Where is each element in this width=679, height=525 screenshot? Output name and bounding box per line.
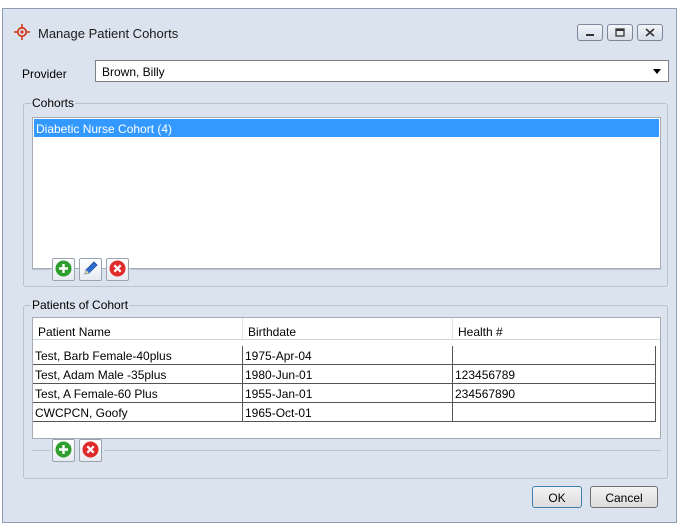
dropdown-arrow-icon xyxy=(653,69,661,74)
health-number-cell: 123456789 xyxy=(453,365,656,384)
divider xyxy=(32,450,50,451)
birthdate-cell: 1955-Jan-01 xyxy=(243,384,453,403)
minimize-button[interactable] xyxy=(577,24,603,41)
ok-button[interactable]: OK xyxy=(532,486,582,508)
table-row[interactable]: CWCPCN, Goofy 1965-Oct-01 xyxy=(33,403,656,422)
maximize-button[interactable] xyxy=(607,24,633,41)
column-header-health-number[interactable]: Health # xyxy=(453,318,660,340)
health-number-cell xyxy=(453,403,656,422)
patients-table[interactable]: Patient Name Birthdate Health # Test, Ba… xyxy=(32,317,661,439)
delete-icon xyxy=(109,260,126,280)
remove-patient-button[interactable] xyxy=(79,439,102,462)
dialog-body: Provider Brown, Billy Cohorts Diabetic N… xyxy=(13,53,669,515)
patients-group-title: Patients of Cohort xyxy=(31,298,130,312)
health-number-cell: 234567890 xyxy=(453,384,656,403)
birthdate-cell: 1980-Jun-01 xyxy=(243,365,453,384)
edit-icon xyxy=(82,260,99,280)
birthdate-cell: 1965-Oct-01 xyxy=(243,403,453,422)
cohort-list-item[interactable]: Diabetic Nurse Cohort (4) xyxy=(34,119,659,137)
birthdate-cell: 1975-Apr-04 xyxy=(243,346,453,365)
cohorts-group-title: Cohorts xyxy=(31,96,76,110)
close-icon xyxy=(645,28,655,37)
add-icon xyxy=(55,441,72,461)
divider xyxy=(32,269,50,270)
app-target-icon xyxy=(14,24,30,40)
provider-label: Provider xyxy=(22,67,67,81)
minimize-icon xyxy=(585,29,595,37)
column-header-patient-name[interactable]: Patient Name xyxy=(33,318,243,340)
title-bar[interactable]: Manage Patient Cohorts xyxy=(3,9,676,47)
divider xyxy=(104,450,661,451)
table-row[interactable]: Test, Barb Female-40plus 1975-Apr-04 xyxy=(33,346,656,365)
table-row[interactable]: Test, Adam Male -35plus 1980-Jun-01 1234… xyxy=(33,365,656,384)
cohort-list[interactable]: Diabetic Nurse Cohort (4) xyxy=(32,117,661,269)
delete-icon xyxy=(82,441,99,461)
divider xyxy=(131,269,661,270)
patient-name-cell: Test, A Female-60 Plus xyxy=(33,384,243,403)
patient-name-cell: CWCPCN, Goofy xyxy=(33,403,243,422)
cancel-button[interactable]: Cancel xyxy=(590,486,658,508)
health-number-cell xyxy=(453,346,656,365)
add-icon xyxy=(55,260,72,280)
provider-selected-value: Brown, Billy xyxy=(102,65,165,79)
delete-cohort-button[interactable] xyxy=(106,258,129,281)
maximize-icon xyxy=(615,28,625,37)
patient-name-cell: Test, Adam Male -35plus xyxy=(33,365,243,384)
add-cohort-button[interactable] xyxy=(52,258,75,281)
close-button[interactable] xyxy=(637,24,663,41)
patient-name-cell: Test, Barb Female-40plus xyxy=(33,346,243,365)
table-row[interactable]: Test, A Female-60 Plus 1955-Jan-01 23456… xyxy=(33,384,656,403)
cohorts-group: Cohorts Diabetic Nurse Cohort (4) xyxy=(23,96,668,287)
provider-dropdown[interactable]: Brown, Billy xyxy=(95,60,669,82)
column-header-birthdate[interactable]: Birthdate xyxy=(243,318,453,340)
add-patient-button[interactable] xyxy=(52,439,75,462)
window-title: Manage Patient Cohorts xyxy=(38,26,179,41)
patients-of-cohort-group: Patients of Cohort Patient Name Birthdat… xyxy=(23,298,668,479)
edit-cohort-button[interactable] xyxy=(79,258,102,281)
manage-patient-cohorts-window: Manage Patient Cohorts Provider Brown, B… xyxy=(2,8,677,523)
